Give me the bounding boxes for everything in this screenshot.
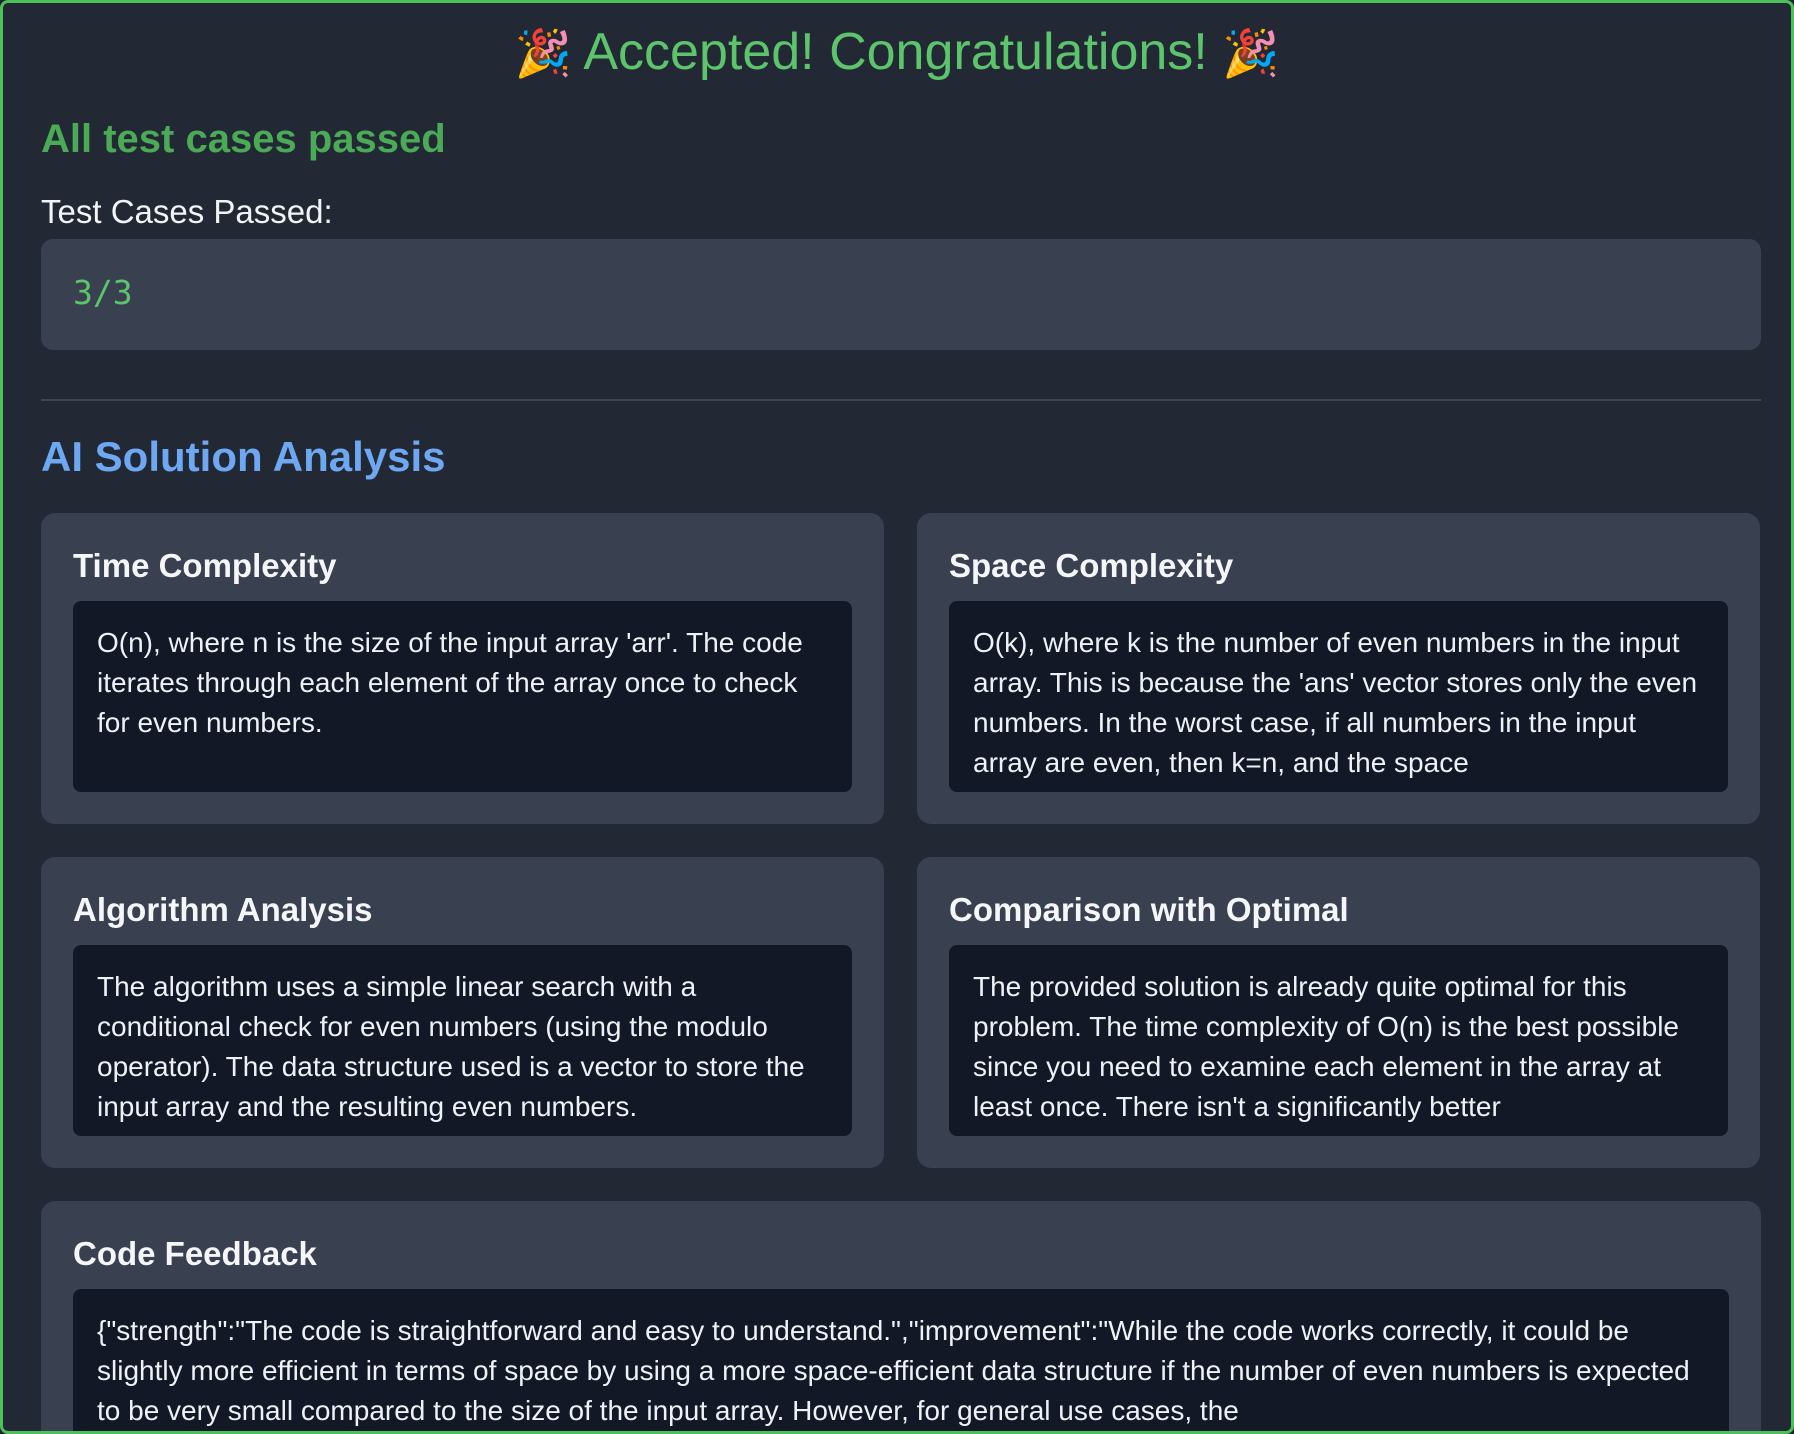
code-feedback-title: Code Feedback [73,1235,317,1272]
section-divider [41,399,1761,401]
code-feedback-card: Code Feedback {"strength":"The code is s… [41,1201,1761,1431]
status-title: All test cases passed [41,117,446,161]
algorithm-analysis-card: Algorithm Analysis The algorithm uses a … [41,857,884,1168]
ai-analysis-title: AI Solution Analysis [41,433,446,480]
space-complexity-title: Space Complexity [949,547,1234,584]
accepted-message: Accepted! Congratulations! [583,23,1208,81]
time-complexity-card: Time Complexity O(n), where n is the siz… [41,513,884,824]
time-complexity-text[interactable]: O(n), where n is the size of the input a… [73,601,852,792]
space-complexity-text[interactable]: O(k), where k is the number of even numb… [949,601,1728,792]
result-panel: 🎉 Accepted! Congratulations! 🎉 All test … [0,0,1794,1434]
algorithm-analysis-text[interactable]: The algorithm uses a simple linear searc… [73,945,852,1136]
comparison-optimal-card: Comparison with Optimal The provided sol… [917,857,1760,1168]
party-popper-icon: 🎉 [1222,27,1280,79]
party-popper-icon: 🎉 [514,27,572,79]
test-cases-value: 3/3 [73,273,133,312]
comparison-optimal-text[interactable]: The provided solution is already quite o… [949,945,1728,1136]
test-cases-label: Test Cases Passed: [41,193,333,230]
algorithm-analysis-title: Algorithm Analysis [73,891,373,928]
space-complexity-card: Space Complexity O(k), where k is the nu… [917,513,1760,824]
time-complexity-title: Time Complexity [73,547,337,584]
comparison-optimal-title: Comparison with Optimal [949,891,1349,928]
test-cases-value-box: 3/3 [41,239,1761,350]
code-feedback-text[interactable]: {"strength":"The code is straightforward… [73,1289,1729,1431]
accepted-banner: 🎉 Accepted! Congratulations! 🎉 [3,17,1791,88]
